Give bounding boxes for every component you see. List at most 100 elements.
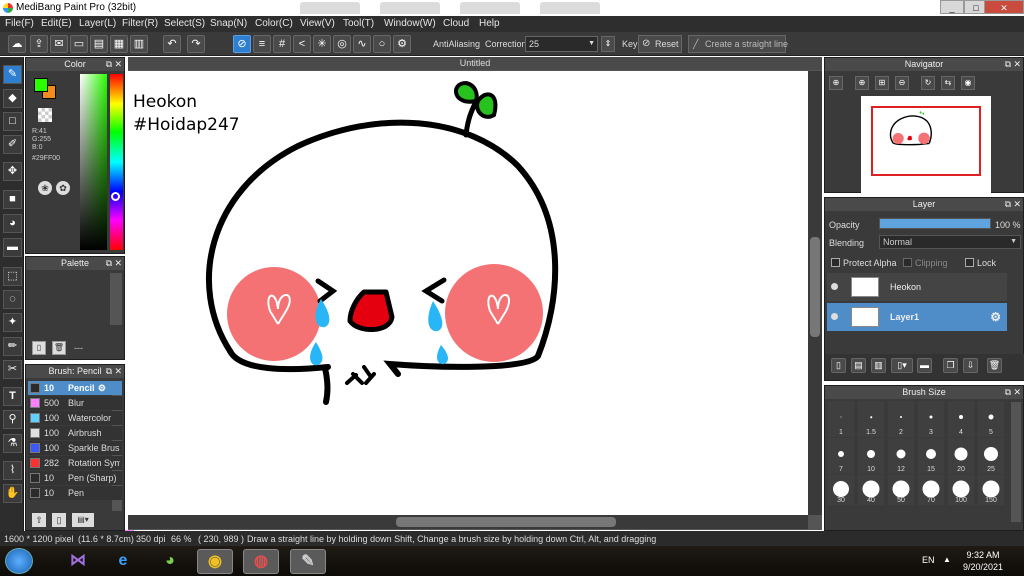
- close-icon[interactable]: ✕: [1013, 386, 1021, 399]
- brush-size-option[interactable]: 20: [948, 438, 974, 474]
- opacity-slider[interactable]: [879, 218, 991, 229]
- reset-view-icon[interactable]: ◉: [961, 76, 975, 90]
- menu-item[interactable]: Layer(L): [79, 18, 116, 29]
- operation-tool-icon[interactable]: ⚲: [3, 410, 22, 429]
- flip-icon[interactable]: ⇆: [941, 76, 955, 90]
- popout-icon[interactable]: ⧉: [106, 365, 112, 378]
- duplicate-layer-icon[interactable]: ❐: [943, 358, 958, 373]
- lasso-tool-icon[interactable]: ◌: [3, 290, 22, 309]
- close-icon[interactable]: ✕: [1013, 198, 1021, 211]
- brush-size-option[interactable]: 50: [888, 475, 914, 505]
- brush-size-option[interactable]: 100: [948, 475, 974, 505]
- canvas-tab[interactable]: Untitled: [128, 57, 822, 70]
- circle-snap-icon[interactable]: ○: [373, 35, 391, 53]
- brush-item[interactable]: 10 Pen: [28, 486, 122, 500]
- new-layer-icon[interactable]: ▯: [831, 358, 846, 373]
- frame-tool-icon[interactable]: ⌇: [3, 461, 22, 480]
- cloud-brush-icon[interactable]: ⇧: [32, 513, 46, 527]
- brush-item[interactable]: 500 Blur: [28, 396, 122, 410]
- eraser-tool-icon[interactable]: ◆: [3, 89, 22, 108]
- delete-color-icon[interactable]: 🗑: [52, 341, 66, 355]
- medibang-icon[interactable]: ◍: [243, 549, 279, 574]
- brush-item[interactable]: 282 Rotation Symmetry: [28, 456, 122, 470]
- palette-icon[interactable]: ❀: [38, 181, 52, 195]
- visual-studio-icon[interactable]: ⋈: [60, 549, 96, 574]
- curve-snap-icon[interactable]: ∿: [353, 35, 371, 53]
- brush-size-option[interactable]: 150: [978, 475, 1004, 505]
- magic-wand-icon[interactable]: ✦: [3, 313, 22, 332]
- eyedropper-icon[interactable]: ⚗: [3, 434, 22, 453]
- popout-icon[interactable]: ⧉: [106, 257, 112, 270]
- brush-size-option[interactable]: 1.5: [858, 401, 884, 437]
- delete-layer-icon[interactable]: 🗑: [987, 358, 1002, 373]
- brush-size-option[interactable]: 70: [918, 475, 944, 505]
- menu-item[interactable]: Select(S): [164, 18, 205, 29]
- select-pen-tool-icon[interactable]: ✐: [3, 135, 22, 154]
- brush-menu-icon[interactable]: ▤▾: [72, 513, 94, 527]
- undo-icon[interactable]: ↶: [163, 35, 181, 53]
- brush-size-option[interactable]: 5: [978, 401, 1004, 437]
- brush-item[interactable]: 100 Sparkle Brush: [28, 441, 122, 455]
- foreground-color-swatch[interactable]: [34, 78, 48, 92]
- zoom-out-icon[interactable]: ⊖: [895, 76, 909, 90]
- menu-item[interactable]: Tool(T): [343, 18, 374, 29]
- redo-icon[interactable]: ↷: [187, 35, 205, 53]
- brush-item[interactable]: 100 Watercolor: [28, 411, 122, 425]
- chrome-icon[interactable]: ◉: [197, 549, 233, 574]
- layers-icon[interactable]: ▥: [130, 35, 148, 53]
- palette-add-icon[interactable]: ✿: [56, 181, 70, 195]
- brush-size-option[interactable]: 12: [888, 438, 914, 474]
- coccoc-icon[interactable]: ◕: [152, 549, 188, 574]
- drawing-canvas[interactable]: Heokon #Hoidap247: [128, 71, 808, 515]
- background-tab[interactable]: [540, 2, 600, 14]
- page-icon[interactable]: ▦: [110, 35, 128, 53]
- text-tool-icon[interactable]: T: [3, 387, 22, 406]
- popout-icon[interactable]: ⧉: [1005, 386, 1011, 399]
- palette-scrollbar[interactable]: [110, 273, 122, 325]
- brush-item[interactable]: 10 Pencil ⚙: [28, 381, 122, 395]
- brush-size-option[interactable]: 40: [858, 475, 884, 505]
- zoom-in-alt-icon[interactable]: ⊕: [855, 76, 869, 90]
- visibility-icon[interactable]: [831, 283, 838, 290]
- popout-icon[interactable]: ⧉: [1005, 198, 1011, 211]
- comment-icon[interactable]: ✉: [50, 35, 68, 53]
- tray-arrow-icon[interactable]: ▲: [943, 555, 951, 564]
- brush-item[interactable]: 100 Airbrush: [28, 426, 122, 440]
- merge-down-icon[interactable]: ⇩: [963, 358, 978, 373]
- brush-size-option[interactable]: 3: [918, 401, 944, 437]
- shape-tool-icon[interactable]: ■: [3, 190, 22, 209]
- language-indicator[interactable]: EN: [922, 555, 935, 565]
- brush-size-option[interactable]: 10: [858, 438, 884, 474]
- minimize-button[interactable]: _: [940, 0, 964, 14]
- parallel-snap-icon[interactable]: ≡: [253, 35, 271, 53]
- close-button[interactable]: ✕: [984, 0, 1024, 14]
- horizontal-scroll-thumb[interactable]: [396, 517, 616, 527]
- menu-item[interactable]: Filter(R): [122, 18, 158, 29]
- correction-stepper[interactable]: ⇕: [601, 36, 615, 52]
- share-icon[interactable]: ⇪: [30, 35, 48, 53]
- rotate-icon[interactable]: ↻: [921, 76, 935, 90]
- close-icon[interactable]: ✕: [114, 365, 122, 378]
- vertical-scroll-thumb[interactable]: [810, 237, 820, 337]
- cloud-icon[interactable]: ☁: [8, 35, 26, 53]
- add-brush-icon[interactable]: ▯: [52, 513, 66, 527]
- reset-button[interactable]: ⊘ Reset: [638, 35, 682, 53]
- hand-tool-icon[interactable]: ✋: [3, 484, 22, 503]
- brush-size-option[interactable]: 4: [948, 401, 974, 437]
- menu-item[interactable]: Snap(N): [210, 18, 247, 29]
- lock-checkbox[interactable]: [965, 258, 974, 267]
- menu-item[interactable]: Window(W): [384, 18, 436, 29]
- paint-icon[interactable]: ✎: [290, 549, 326, 574]
- internet-explorer-icon[interactable]: e: [105, 549, 141, 574]
- clock[interactable]: 9:32 AM 9/20/2021: [960, 549, 1006, 573]
- popout-icon[interactable]: ⧉: [106, 58, 112, 71]
- snap-off-icon[interactable]: ⊘: [233, 35, 251, 53]
- zoom-in-icon[interactable]: ⊕: [829, 76, 843, 90]
- menu-item[interactable]: Help: [479, 18, 500, 29]
- layer-row[interactable]: Heokon: [827, 273, 1007, 301]
- close-icon[interactable]: ✕: [1013, 58, 1021, 71]
- layer-row[interactable]: Layer1 ⚙: [827, 303, 1007, 331]
- perspective-snap-icon[interactable]: <: [293, 35, 311, 53]
- hue-slider[interactable]: [110, 74, 123, 250]
- brush-size-option[interactable]: 2: [888, 401, 914, 437]
